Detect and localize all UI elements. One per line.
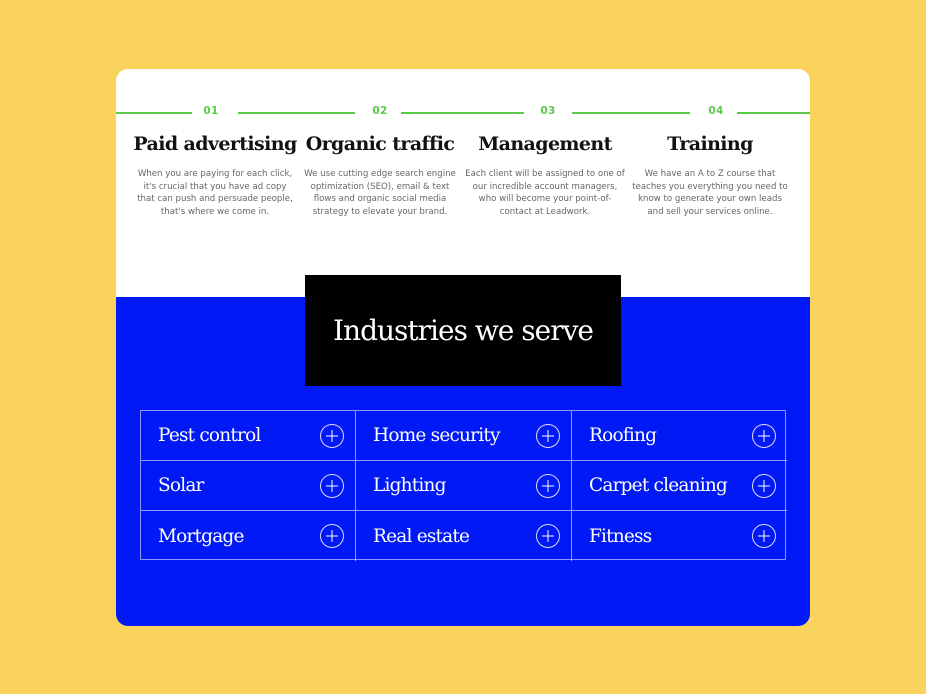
industry-item-real-estate[interactable]: Real estate [356, 511, 572, 561]
plus-circle-icon[interactable] [752, 473, 776, 498]
step-organic-traffic: Organic traffic We use cutting edge sear… [297, 131, 463, 219]
industry-item-pest-control[interactable]: Pest control [141, 411, 356, 461]
industry-label: Lighting [373, 475, 446, 496]
step-divider-line [116, 112, 192, 114]
industry-label: Roofing [589, 425, 657, 446]
plus-circle-icon[interactable] [752, 423, 776, 448]
industry-label: Carpet cleaning [589, 475, 728, 496]
industry-label: Real estate [373, 525, 470, 547]
step-title: Organic traffic [305, 133, 455, 155]
industry-item-home-security[interactable]: Home security [356, 411, 572, 461]
industries-heading-box: Industries we serve [305, 275, 621, 386]
step-number: 03 [540, 105, 556, 117]
industry-label: Solar [158, 475, 204, 496]
industry-label: Fitness [589, 525, 652, 547]
plus-circle-icon[interactable] [536, 473, 560, 498]
step-divider-line [737, 112, 810, 114]
step-description: When you are paying for each click, it's… [137, 169, 293, 218]
industry-label: Mortgage [158, 525, 244, 547]
step-number: 01 [203, 105, 219, 117]
plus-circle-icon[interactable] [320, 423, 344, 448]
industry-item-fitness[interactable]: Fitness [572, 511, 787, 561]
step-management: Management Each client will be assigned … [462, 131, 628, 219]
industry-label: Pest control [158, 425, 261, 446]
step-number: 04 [708, 105, 724, 117]
step-title: Training [667, 133, 753, 155]
industry-item-mortgage[interactable]: Mortgage [141, 511, 356, 561]
plus-circle-icon[interactable] [536, 423, 560, 448]
step-divider-line [401, 112, 524, 114]
step-divider-line [238, 112, 355, 114]
industry-item-carpet-cleaning[interactable]: Carpet cleaning [572, 461, 787, 511]
step-number: 02 [372, 105, 388, 117]
step-description: We have an A to Z course that teaches yo… [632, 169, 788, 218]
industries-grid: Pest control Home security Roofing Solar… [140, 410, 787, 561]
services-card: 01 02 03 04 Paid advertising When you ar… [116, 69, 810, 626]
step-divider-line [572, 112, 690, 114]
plus-circle-icon[interactable] [536, 524, 560, 548]
step-paid-advertising: Paid advertising When you are paying for… [132, 131, 298, 219]
step-title: Management [478, 133, 612, 155]
industry-item-solar[interactable]: Solar [141, 461, 356, 511]
step-training: Training We have an A to Z course that t… [627, 131, 793, 219]
step-description: We use cutting edge search engine optimi… [304, 169, 456, 218]
step-description: Each client will be assigned to one of o… [465, 169, 625, 218]
industry-item-lighting[interactable]: Lighting [356, 461, 572, 511]
industry-item-roofing[interactable]: Roofing [572, 411, 787, 461]
plus-circle-icon[interactable] [320, 473, 344, 498]
industry-label: Home security [373, 425, 500, 446]
step-title: Paid advertising [133, 133, 297, 155]
plus-circle-icon[interactable] [320, 524, 344, 548]
plus-circle-icon[interactable] [752, 524, 776, 548]
industries-heading: Industries we serve [332, 314, 594, 347]
